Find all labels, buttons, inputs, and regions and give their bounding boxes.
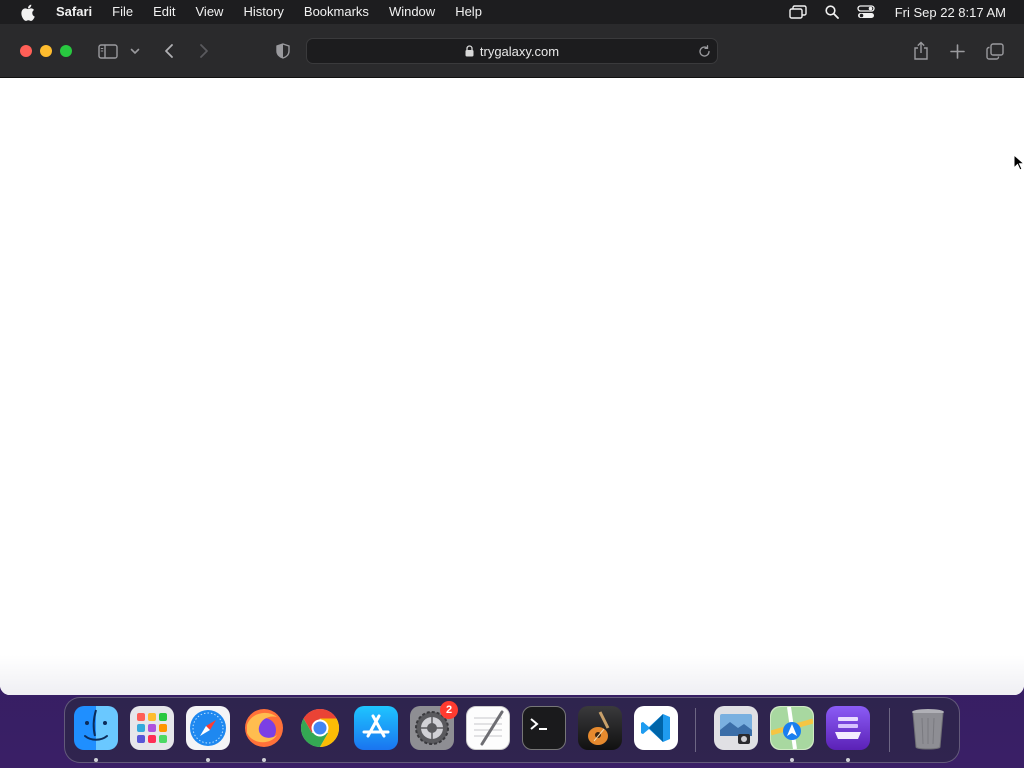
new-tab-plus-icon[interactable] (946, 39, 968, 63)
privacy-shield-icon[interactable] (273, 39, 293, 63)
window-minimize-button[interactable] (40, 45, 52, 57)
mouse-cursor-icon (1013, 154, 1024, 171)
menu-view[interactable]: View (186, 0, 234, 24)
menu-clock[interactable]: Fri Sep 22 8:17 AM (883, 5, 1024, 20)
textedit-icon[interactable] (466, 706, 510, 750)
browser-toolbar: trygalaxy.com (0, 24, 1024, 78)
menu-app-name[interactable]: Safari (50, 0, 102, 24)
address-url: trygalaxy.com (479, 43, 560, 59)
back-arrow-icon[interactable] (160, 39, 178, 63)
screen-mirroring-icon[interactable] (787, 3, 809, 21)
web-content-area[interactable] (0, 78, 1024, 695)
preview-icon[interactable] (714, 706, 758, 750)
dock-running-indicator (94, 758, 98, 762)
menu-bar: Safari File Edit View History Bookmarks … (0, 0, 1024, 24)
dock-running-indicator (262, 758, 266, 762)
tab-overview-icon[interactable] (984, 39, 1006, 63)
app-store-icon[interactable] (354, 706, 398, 750)
menu-edit[interactable]: Edit (143, 0, 185, 24)
sidebar-toggle-icon[interactable] (96, 39, 120, 63)
dock-separator (695, 708, 696, 752)
dock-running-indicator (846, 758, 850, 762)
trash-icon[interactable] (906, 706, 950, 750)
safari-icon[interactable] (186, 706, 230, 750)
menu-bookmarks[interactable]: Bookmarks (294, 0, 379, 24)
menu-window[interactable]: Window (379, 0, 445, 24)
dock-running-indicator (790, 758, 794, 762)
notification-badge: 2 (440, 701, 458, 719)
firefox-icon[interactable] (242, 706, 286, 750)
menu-file[interactable]: File (102, 0, 143, 24)
chevron-down-icon[interactable] (128, 39, 142, 63)
window-close-button[interactable] (20, 45, 32, 57)
menu-history[interactable]: History (233, 0, 293, 24)
simulator-icon[interactable] (826, 706, 870, 750)
apple-menu-icon[interactable] (18, 3, 36, 21)
control-center-icon[interactable] (855, 3, 877, 21)
chrome-icon[interactable] (298, 706, 342, 750)
dock-separator (889, 708, 890, 752)
launchpad-icon[interactable] (130, 706, 174, 750)
share-icon[interactable] (910, 39, 932, 63)
maps-icon[interactable] (770, 706, 814, 750)
terminal-icon[interactable] (522, 706, 566, 750)
menu-help[interactable]: Help (445, 0, 492, 24)
safari-window: trygalaxy.com (0, 24, 1024, 695)
dock: 2 (64, 697, 960, 763)
vscode-icon[interactable] (634, 706, 678, 750)
finder-icon[interactable] (74, 706, 118, 750)
window-zoom-button[interactable] (60, 45, 72, 57)
lock-icon (465, 45, 475, 57)
forward-arrow-icon[interactable] (195, 39, 213, 63)
dock-running-indicator (206, 758, 210, 762)
reload-icon[interactable] (697, 44, 711, 58)
address-bar[interactable]: trygalaxy.com (306, 38, 718, 64)
garageband-icon[interactable] (578, 706, 622, 750)
spotlight-search-icon[interactable] (821, 3, 843, 21)
settings-icon[interactable]: 2 (410, 701, 458, 750)
